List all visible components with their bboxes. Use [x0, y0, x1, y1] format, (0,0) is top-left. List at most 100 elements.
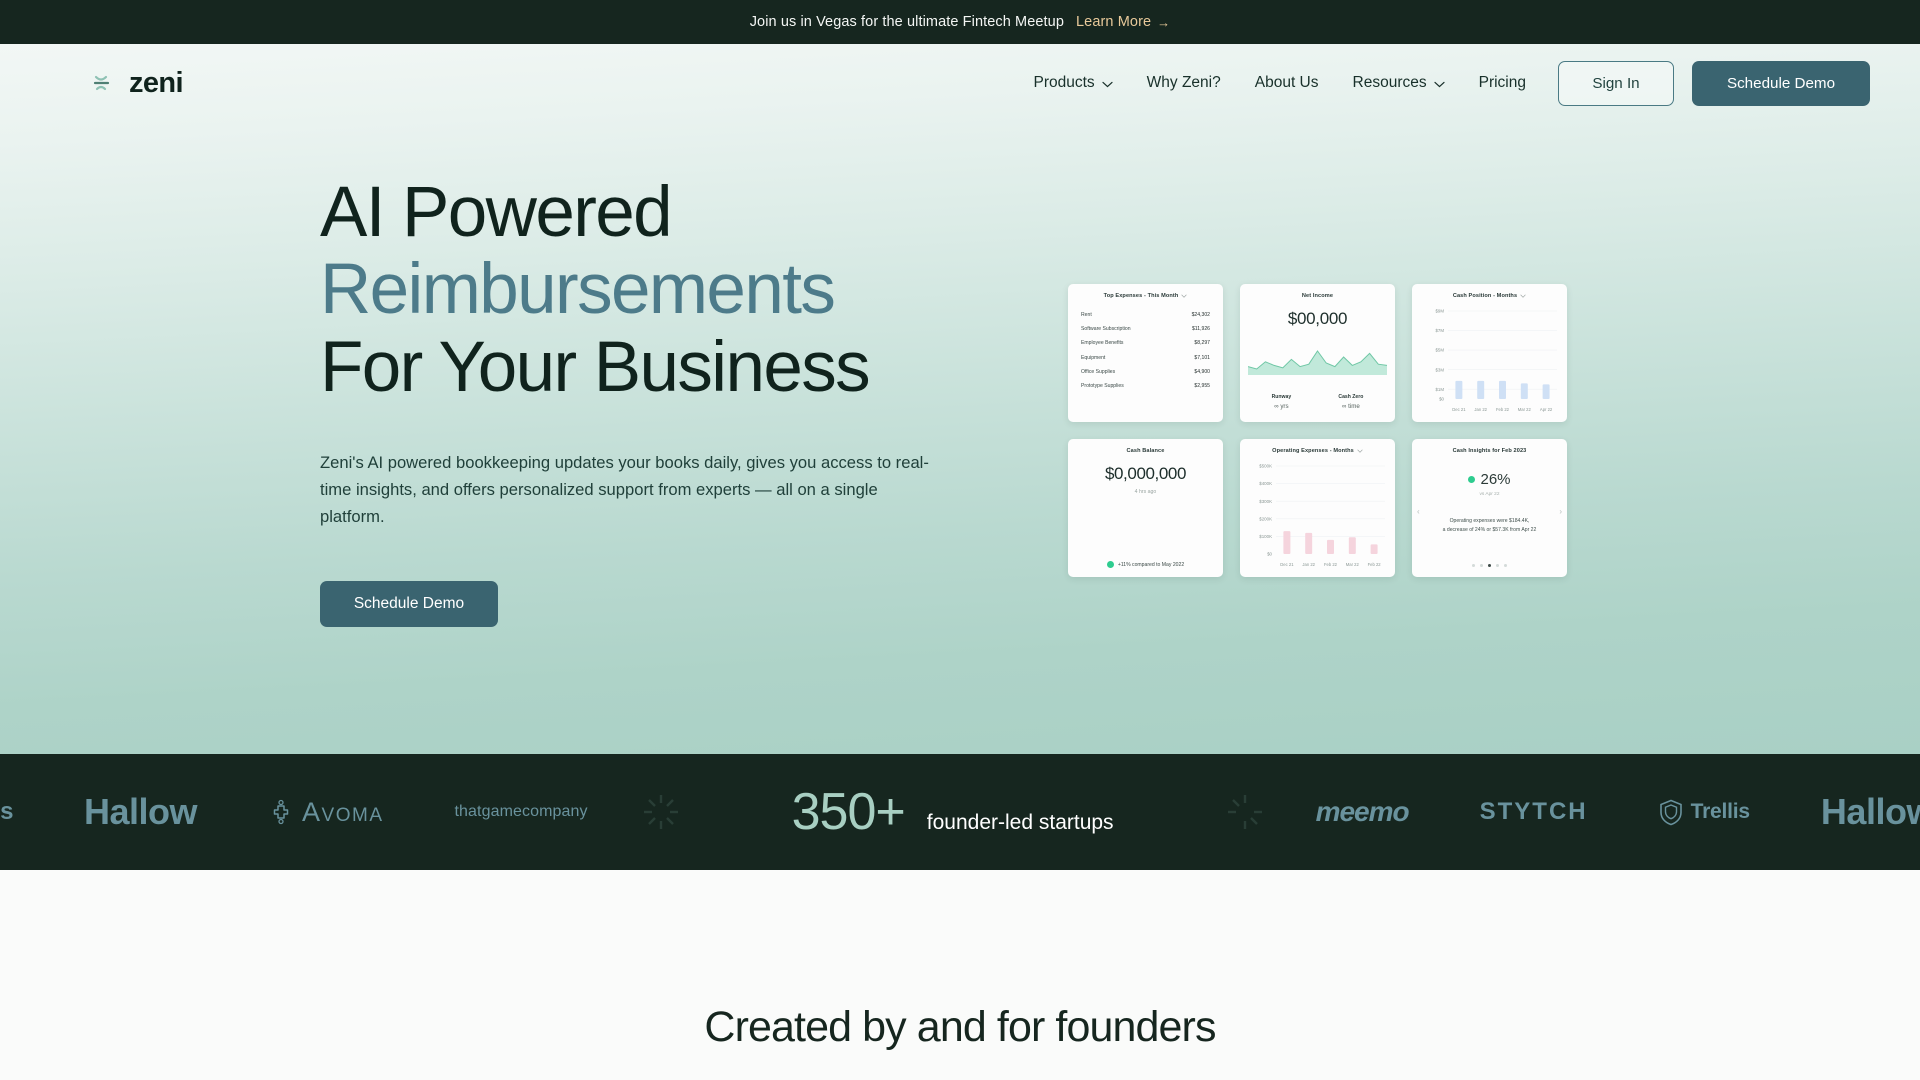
cash-insights-percent: 26%: [1480, 471, 1511, 488]
svg-text:$300K: $300K: [1259, 499, 1272, 504]
chevron-down-icon: [1181, 294, 1188, 298]
logo-strip-inner: is Hallow Avoma thatgamecompany: [0, 782, 1920, 842]
announcement-learn-more-link[interactable]: Learn More →: [1076, 14, 1170, 30]
cash-balance-delta: +11% compared to May 2022: [1068, 561, 1223, 568]
nav-item-resources[interactable]: Resources: [1353, 74, 1445, 92]
card-cash-insights-title-text: Cash Insights for Feb 2023: [1452, 448, 1527, 454]
card-cash-balance-title-text: Cash Balance: [1126, 448, 1165, 454]
svg-text:$5M: $5M: [1435, 348, 1444, 353]
expense-amount: $8,297: [1194, 340, 1210, 347]
cash-insights-percent-row: 26%: [1420, 471, 1559, 488]
card-net-income-title: Net Income: [1248, 293, 1387, 299]
carousel-prev-icon[interactable]: ‹: [1417, 507, 1420, 516]
cash-insights-body-line-1: Operating expenses were $184.4K,: [1449, 518, 1530, 524]
card-operating-expenses[interactable]: Operating Expenses - Months $0 $100K $200K…: [1240, 439, 1395, 577]
carousel-dot[interactable]: [1496, 564, 1499, 567]
cash-position-chart-svg: $0 $1M $3M $5M $7M $9M Dec 21 Jan 22 Feb 22 Mar 2…: [1435, 309, 1557, 412]
cash-zero-label: Cash Zero: [1338, 394, 1364, 400]
trend-down-icon: [1468, 476, 1476, 483]
schedule-demo-nav-button[interactable]: Schedule Demo: [1692, 60, 1870, 106]
arrow-right-icon: →: [1157, 14, 1171, 30]
svg-text:$9M: $9M: [1435, 309, 1444, 314]
svg-text:$200K: $200K: [1259, 516, 1272, 521]
carousel-dot[interactable]: [1504, 564, 1507, 567]
svg-text:$100K: $100K: [1259, 534, 1272, 539]
cash-position-bar-chart: $0 $1M $3M $5M $7M $9M Dec 21 Jan 22 Feb 22 Mar 2…: [1420, 307, 1559, 420]
carousel-dot-active[interactable]: [1488, 564, 1491, 567]
net-income-footer: Runway ∞ yrs Cash Zero ∞ time: [1248, 394, 1387, 410]
logo-partial-left: is: [0, 798, 14, 825]
operating-expenses-chart-svg: $0 $100K $200K $300K $400K $500K Dec 21 Jan 22 F…: [1259, 464, 1385, 567]
net-income-value: $00,000: [1287, 309, 1348, 328]
cash-zero-value: ∞ time: [1341, 403, 1360, 410]
sunburst-icon: [643, 795, 678, 829]
expense-label: Software Subscription: [1081, 326, 1131, 333]
list-item: Employee Benefits $8,297: [1081, 336, 1210, 350]
logo-hallow-right: Hallow: [1821, 791, 1920, 833]
logo-avoma-text: Avoma: [302, 796, 384, 827]
chevron-down-icon: [1102, 81, 1113, 87]
announcement-link-label: Learn More: [1076, 14, 1152, 30]
cash-zero-block: Cash Zero ∞ time: [1338, 394, 1363, 410]
carousel-next-icon[interactable]: ›: [1559, 507, 1562, 516]
logo-hallow-left: Hallow: [84, 791, 198, 833]
nav-item-about-us[interactable]: About Us: [1255, 74, 1319, 92]
hero-title-line-1: AI Powered: [320, 173, 673, 252]
zeni-logo-icon: [93, 75, 110, 91]
card-operating-expenses-title: Operating Expenses - Months: [1248, 448, 1387, 454]
hero-content: AI Powered Reimbursements For Your Busin…: [0, 122, 1920, 627]
startup-count-stat: 350+ founder-led startups: [752, 782, 1154, 842]
svg-text:$7M: $7M: [1435, 328, 1444, 333]
carousel-dot[interactable]: [1472, 564, 1475, 567]
hero-text-column: AI Powered Reimbursements For Your Busin…: [0, 173, 929, 627]
schedule-demo-hero-button[interactable]: Schedule Demo: [320, 580, 498, 627]
cash-insights-compare: vs Apr 22: [1479, 492, 1500, 497]
expense-label: Equipment: [1081, 354, 1106, 361]
main-navigation: zeni Products Why Zeni? About Us Resourc…: [0, 44, 1920, 122]
runway-value: ∞ yrs: [1274, 403, 1289, 410]
sign-in-button[interactable]: Sign In: [1558, 60, 1674, 106]
nav-item-products[interactable]: Products: [1033, 74, 1113, 92]
svg-text:$500K: $500K: [1259, 464, 1272, 469]
chevron-down-icon: [1520, 294, 1526, 298]
card-cash-balance-title: Cash Balance: [1076, 448, 1215, 454]
logo-thatgamecompany: thatgamecompany: [454, 803, 588, 820]
card-cash-position-title: Cash Position - Months: [1420, 293, 1559, 299]
net-income-sparkline-chart: [1247, 345, 1388, 380]
card-top-expenses[interactable]: Top Expenses - This Month Rent $24,302 So…: [1068, 284, 1223, 422]
page-title: AI Powered Reimbursements For Your Busin…: [320, 173, 871, 406]
announcement-bar: Join us in Vegas for the ultimate Fintec…: [0, 0, 1920, 44]
zeni-logo[interactable]: zeni: [92, 68, 184, 98]
startup-count-number: 350+: [791, 783, 906, 841]
card-cash-position[interactable]: Cash Position - Months $0 $1M $3M $5M $7M $9M…: [1412, 284, 1567, 422]
card-net-income[interactable]: Net Income $00,000 Runway ∞ yrs Cash Zer…: [1240, 284, 1395, 422]
top-expenses-list: Rent $24,302 Software Subscription $11,926…: [1076, 308, 1215, 393]
svg-text:Dec 21: Dec 21: [1280, 562, 1294, 567]
expense-amount: $2,955: [1194, 383, 1210, 390]
list-item: Software Subscription $11,926: [1081, 322, 1210, 336]
card-top-expenses-title-text: Top Expenses - This Month: [1103, 293, 1179, 299]
hero-title-line-3: For Your Business: [320, 327, 871, 407]
carousel-dot[interactable]: [1480, 564, 1483, 567]
logo-hallow-left-text: Hallow: [84, 791, 198, 832]
dashboard-preview: Top Expenses - This Month Rent $24,302 So…: [1068, 284, 1567, 577]
svg-text:Feb 22: Feb 22: [1496, 407, 1510, 412]
card-cash-insights[interactable]: Cash Insights for Feb 2023 ‹ › 26% vs Ap…: [1412, 439, 1567, 577]
hero-title-line-2: Reimbursements: [320, 250, 836, 330]
svg-text:Mar 22: Mar 22: [1518, 407, 1532, 412]
announcement-text: Join us in Vegas for the ultimate Fintec…: [749, 14, 1065, 30]
svg-text:Mar 22: Mar 22: [1346, 562, 1360, 567]
expense-label: Prototype Supplies: [1081, 383, 1124, 390]
carousel-dots[interactable]: [1412, 564, 1567, 567]
nav-item-about-us-label: About Us: [1254, 74, 1319, 91]
expense-amount: $24,302: [1191, 312, 1210, 319]
card-cash-position-title-text: Cash Position - Months: [1452, 293, 1518, 299]
list-item: Equipment $7,101: [1081, 351, 1210, 365]
founders-section: Created by and for founders: [0, 870, 1920, 1080]
trend-up-icon: [1106, 561, 1114, 568]
nav-actions: Sign In Schedule Demo: [1558, 60, 1870, 106]
card-cash-balance[interactable]: Cash Balance $0,000,000 4 hrs ago +11% c…: [1068, 439, 1223, 577]
nav-item-why-zeni[interactable]: Why Zeni?: [1147, 74, 1221, 92]
nav-links: Products Why Zeni? About Us Resources Pr…: [1033, 74, 1526, 92]
nav-item-pricing[interactable]: Pricing: [1479, 74, 1526, 92]
